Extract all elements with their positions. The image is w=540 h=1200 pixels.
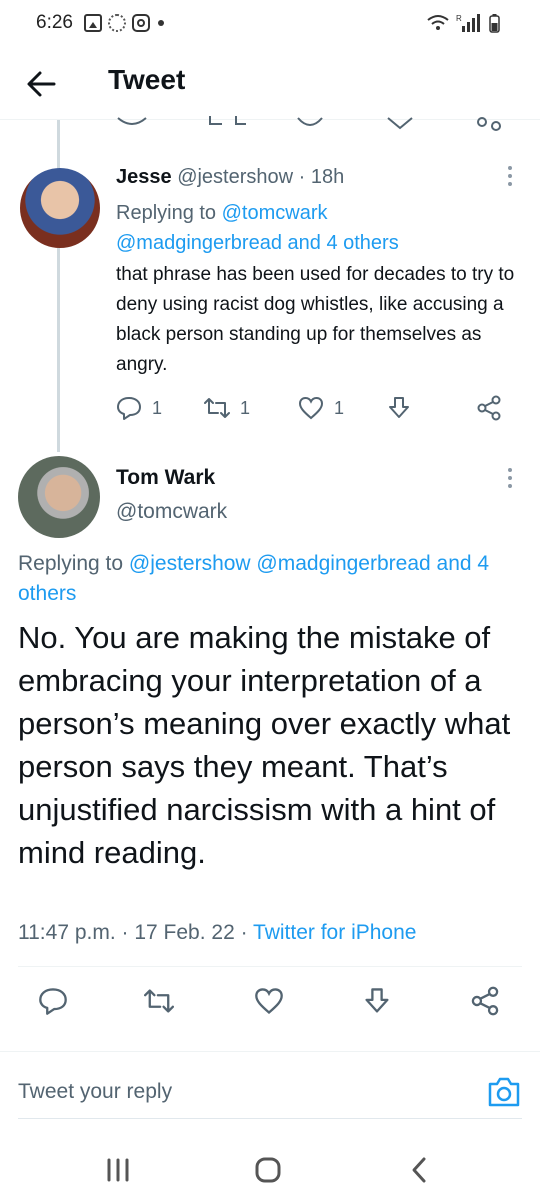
heart-icon [298, 396, 324, 420]
retweet-icon [144, 989, 174, 1013]
avatar[interactable] [18, 456, 100, 538]
dot-icon [158, 20, 164, 26]
separator: · [234, 921, 254, 944]
like-count: 1 [334, 397, 345, 418]
display-name[interactable]: Tom Wark [116, 466, 215, 490]
page-title: Tweet [108, 64, 186, 95]
more-options-icon[interactable] [507, 166, 513, 190]
tweet-text: that phrase has been used for decades to… [116, 264, 515, 375]
share-icon [477, 117, 487, 127]
timestamp: 18h [310, 166, 345, 188]
camera-icon[interactable] [486, 1074, 522, 1110]
like-button[interactable] [254, 983, 284, 1019]
share-icon [471, 986, 499, 1016]
tweet-meta: 11:47 p.m. · 17 Feb. 22 · Twitter for iP… [18, 921, 416, 945]
share-button[interactable] [470, 983, 500, 1019]
mention-link[interactable]: @madgingerbread and 4 others [116, 232, 399, 254]
avatar[interactable] [20, 168, 100, 248]
reply-button[interactable] [38, 983, 68, 1019]
reply-count: 1 [152, 397, 163, 418]
divider [18, 1118, 522, 1119]
tweet-time: 11:47 p.m. [18, 921, 116, 944]
sync-icon [108, 14, 126, 32]
arrow-left-icon[interactable] [22, 64, 62, 104]
divider [18, 966, 522, 967]
home-icon[interactable] [248, 1150, 288, 1190]
status-bar: 6:26 R [0, 0, 540, 48]
image-icon [84, 14, 102, 32]
more-options-icon[interactable] [507, 468, 513, 492]
share-button[interactable] [476, 390, 502, 426]
wifi-icon [427, 15, 449, 30]
tweet-actions [18, 983, 522, 1023]
download-button[interactable] [386, 390, 412, 426]
separator: · [293, 166, 311, 188]
replying-to: Replying to @tomcwark @madgingerbread an… [116, 198, 516, 258]
reply-input[interactable] [18, 1072, 458, 1112]
retweet-button[interactable] [144, 983, 174, 1019]
tweet-source-link[interactable]: Twitter for iPhone [253, 921, 416, 944]
app-header: Tweet [0, 48, 540, 120]
retweet-button[interactable]: 1 [204, 390, 250, 426]
reply-button[interactable]: 1 [116, 390, 162, 426]
download-icon [387, 117, 413, 130]
retweet-icon [209, 116, 246, 125]
separator: · [115, 921, 135, 944]
retweet-icon [204, 398, 230, 418]
battery-icon [489, 14, 500, 33]
heart-icon [255, 988, 283, 1015]
share-icon [477, 395, 501, 421]
download-button[interactable] [362, 983, 392, 1019]
previous-tweet-actions [117, 116, 501, 131]
handle[interactable]: @tomcwark [116, 500, 227, 524]
mention-link[interactable]: @tomcwark [222, 202, 328, 224]
display-name[interactable]: Jesse [116, 166, 172, 188]
retweet-count: 1 [240, 397, 251, 418]
system-nav-bar [0, 1136, 540, 1200]
back-icon[interactable] [400, 1150, 440, 1190]
network-label: R [456, 14, 462, 23]
download-icon [389, 397, 409, 418]
reply-icon [117, 117, 147, 125]
instagram-icon [132, 14, 150, 32]
status-right-icons: R [427, 14, 500, 33]
tweet-text: No. You are making the mistake of embrac… [18, 620, 511, 870]
tweet-actions: 1 1 1 [116, 390, 516, 426]
download-icon [365, 988, 389, 1013]
heart-icon [297, 117, 323, 126]
signal-icon [462, 14, 480, 32]
handle[interactable]: @jestershow [177, 166, 293, 188]
tweet-author-line: Jesse @jestershow · 18h [116, 166, 344, 189]
status-time: 6:26 [36, 12, 73, 33]
replying-prefix: Replying to [116, 202, 222, 224]
divider [0, 1051, 540, 1052]
replying-to: Replying to @jestershow @madgingerbread … [18, 549, 522, 609]
recent-apps-icon[interactable] [98, 1150, 138, 1190]
replying-prefix: Replying to [18, 552, 129, 575]
tweet-date: 17 Feb. 22 [134, 921, 235, 944]
reply-icon [117, 397, 141, 420]
reply-icon [39, 988, 67, 1015]
like-button[interactable]: 1 [298, 390, 344, 426]
